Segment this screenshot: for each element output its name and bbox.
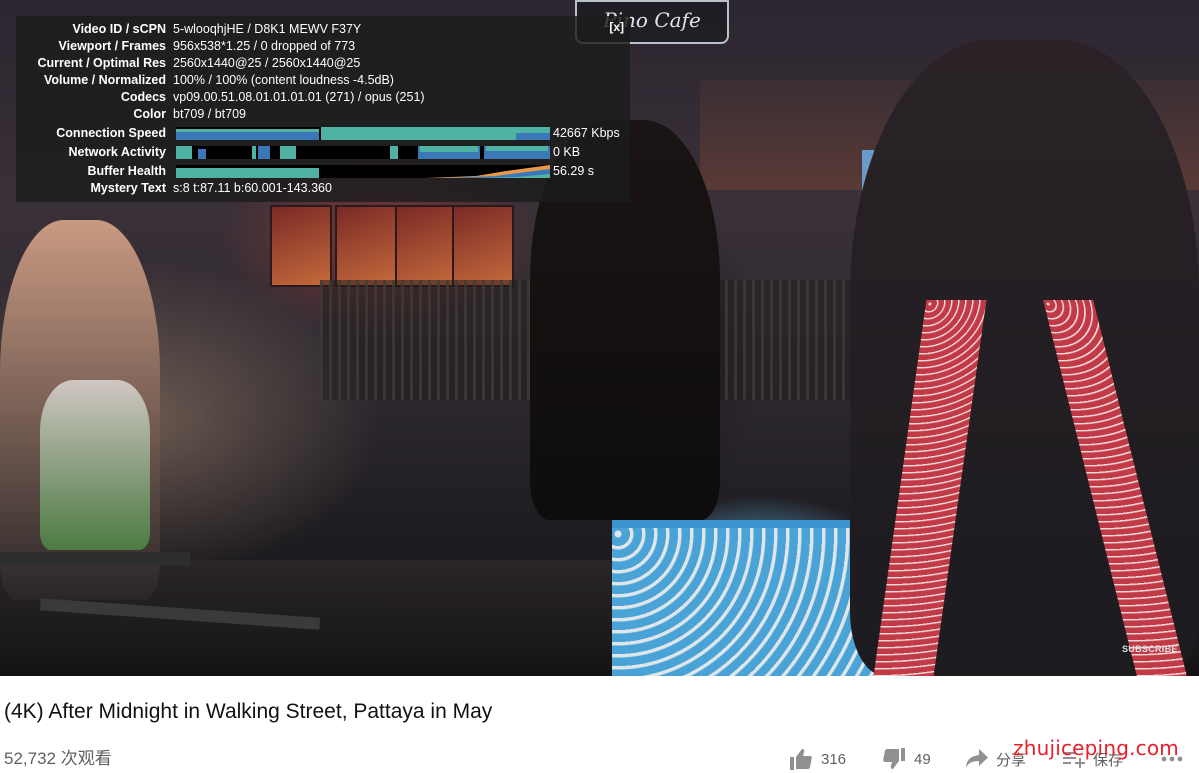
stat-row-codecs: Codecs vp09.00.51.08.01.01.01.01 (271) /… (16, 89, 630, 106)
like-button[interactable]: 316 (789, 746, 846, 772)
stat-row-video-id: Video ID / sCPN 5-wlooqhjHE / D8K1 MEWV … (16, 21, 630, 38)
stats-for-nerds-panel: [x] Video ID / sCPN 5-wlooqhjHE / D8K1 M… (16, 16, 630, 202)
view-count: 52,732 次观看 (4, 749, 112, 768)
stat-label: Volume / Normalized (43, 73, 166, 87)
connection-speed-graph (176, 127, 550, 140)
video-title: (4K) After Midnight in Walking Street, P… (4, 700, 493, 723)
stat-row-resolution: Current / Optimal Res 2560x1440@25 / 256… (16, 55, 630, 72)
stat-label: Current / Optimal Res (37, 56, 167, 70)
site-watermark: zhujiceping.com (1013, 736, 1179, 760)
video-player[interactable]: Pino Cafe [x] Video ID / sCPN 5-wlooqhjH… (0, 0, 1199, 676)
buffer-health-graph (176, 165, 550, 178)
cart-rail (0, 552, 190, 566)
dislike-count: 49 (914, 750, 931, 768)
stat-value: 42667 Kbps (553, 126, 620, 140)
thumbs-up-icon (789, 748, 813, 770)
like-count: 316 (821, 750, 847, 768)
stat-row-viewport: Viewport / Frames 956x538*1.25 / 0 dropp… (16, 38, 630, 55)
stat-label: Connection Speed (56, 126, 166, 140)
stat-value: s:8 t:87.11 b:60.001-143.360 (173, 181, 332, 195)
thumbs-down-icon (882, 748, 906, 770)
stat-label: Codecs (120, 90, 166, 104)
share-arrow-icon (966, 749, 988, 769)
stat-label: Color (133, 107, 166, 121)
stat-value: 0 KB (553, 145, 581, 159)
stat-row-mystery-text: Mystery Text s:8 t:87.11 b:60.001-143.36… (16, 180, 630, 197)
burger-poster (395, 205, 457, 287)
burger-poster (270, 205, 332, 287)
stat-label: Buffer Health (87, 164, 166, 178)
stat-row-color: Color bt709 / bt709 (16, 106, 630, 123)
stat-label: Video ID / sCPN (72, 22, 166, 36)
stat-row-network-activity: Network Activity 0 KB (16, 144, 630, 161)
stat-label: Network Activity (68, 145, 166, 159)
dislike-button[interactable]: 49 (882, 746, 931, 772)
stat-row-buffer-health: Buffer Health 56.29 s (16, 163, 630, 180)
stat-value: 5-wlooqhjHE / D8K1 MEWV F37Y (173, 22, 362, 36)
stat-label: Viewport / Frames (58, 39, 166, 53)
subscribe-watermark[interactable]: SUBSCRIBE (1122, 644, 1178, 654)
stat-row-volume: Volume / Normalized 100% / 100% (content… (16, 72, 630, 89)
stat-value: 2560x1440@25 / 2560x1440@25 (173, 56, 361, 70)
stat-row-connection-speed: Connection Speed 42667 Kbps (16, 125, 630, 142)
plastic-bag (40, 380, 150, 550)
stat-value: 956x538*1.25 / 0 dropped of 773 (173, 39, 356, 53)
stat-value: 56.29 s (553, 164, 595, 178)
stat-value: bt709 / bt709 (173, 107, 246, 121)
burger-poster (335, 205, 397, 287)
stat-value: vp09.00.51.08.01.01.01.01 (271) / opus (… (173, 90, 425, 104)
basket (612, 520, 890, 676)
burger-poster (452, 205, 514, 287)
stat-label: Mystery Text (90, 181, 167, 195)
stat-value: 100% / 100% (content loudness -4.5dB) (173, 73, 394, 87)
network-activity-graph (176, 146, 550, 159)
